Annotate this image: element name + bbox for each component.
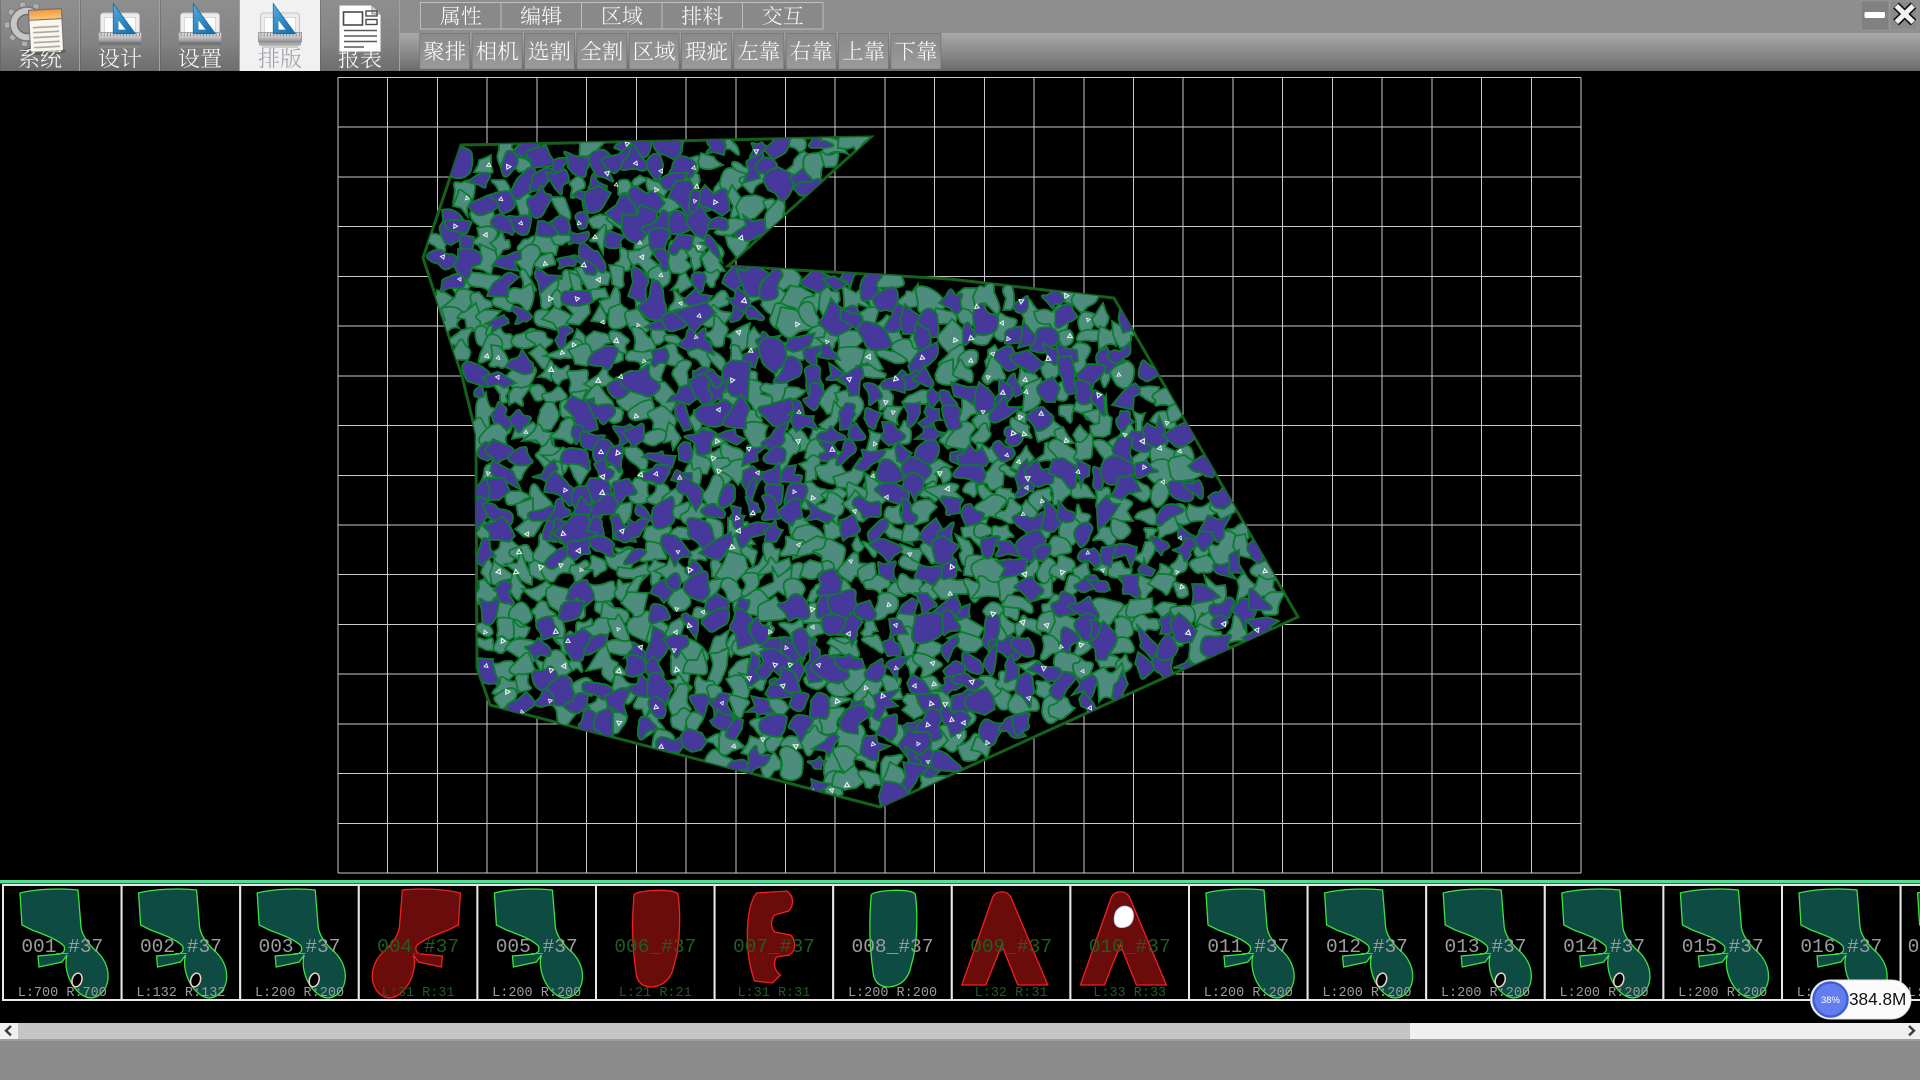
svg-text:L:200 R:200: L:200 R:200 — [1678, 986, 1767, 1001]
svg-text:005_#37: 005_#37 — [496, 936, 578, 958]
svg-text:004_#37: 004_#37 — [377, 936, 459, 958]
svg-text:L:200 R:200: L:200 R:200 — [1322, 986, 1411, 1001]
svg-text:L:200 R:200: L:200 R:200 — [1441, 986, 1530, 1001]
svg-text:001_#37: 001_#37 — [21, 936, 103, 958]
svg-text:L:200 R:200: L:200 R:200 — [848, 986, 937, 1001]
svg-text:011_#37: 011_#37 — [1207, 936, 1289, 958]
svg-text:015_#37: 015_#37 — [1682, 936, 1764, 958]
svg-text:013_#37: 013_#37 — [1445, 936, 1527, 958]
svg-text:010_#37: 010_#37 — [1089, 936, 1171, 958]
svg-text:017_#37: 017_#37 — [1908, 936, 1920, 958]
svg-text:L:200 R:200: L:200 R:200 — [1204, 986, 1293, 1001]
svg-text:38%: 38% — [1821, 995, 1841, 1006]
svg-text:008_#37: 008_#37 — [852, 936, 934, 958]
svg-text:L:700 R:700: L:700 R:700 — [18, 986, 107, 1001]
svg-text:014_#37: 014_#37 — [1563, 936, 1645, 958]
svg-text:L:132 R:132: L:132 R:132 — [136, 986, 225, 1001]
svg-text:006_#37: 006_#37 — [614, 936, 696, 958]
svg-text:L:200 R:200: L:200 R:200 — [255, 986, 344, 1001]
svg-text:016_#37: 016_#37 — [1800, 936, 1882, 958]
svg-text:L:31 R:31: L:31 R:31 — [382, 986, 455, 1001]
svg-text:384.8M: 384.8M — [1849, 989, 1906, 1009]
svg-text:L:32 R:31: L:32 R:31 — [975, 986, 1048, 1001]
svg-text:L:200 R:200: L:200 R:200 — [492, 986, 581, 1001]
svg-text:L:31 R:31: L:31 R:31 — [737, 986, 810, 1001]
svg-text:002_#37: 002_#37 — [140, 936, 222, 958]
svg-text:L:200 R:200: L:200 R:200 — [1560, 986, 1649, 1001]
svg-text:012_#37: 012_#37 — [1326, 936, 1408, 958]
svg-text:L:21 R:21: L:21 R:21 — [619, 986, 692, 1001]
svg-text:009_#37: 009_#37 — [970, 936, 1052, 958]
svg-text:L:33 R:33: L:33 R:33 — [1093, 986, 1166, 1001]
svg-text:007_#37: 007_#37 — [733, 936, 815, 958]
svg-text:003_#37: 003_#37 — [259, 936, 341, 958]
